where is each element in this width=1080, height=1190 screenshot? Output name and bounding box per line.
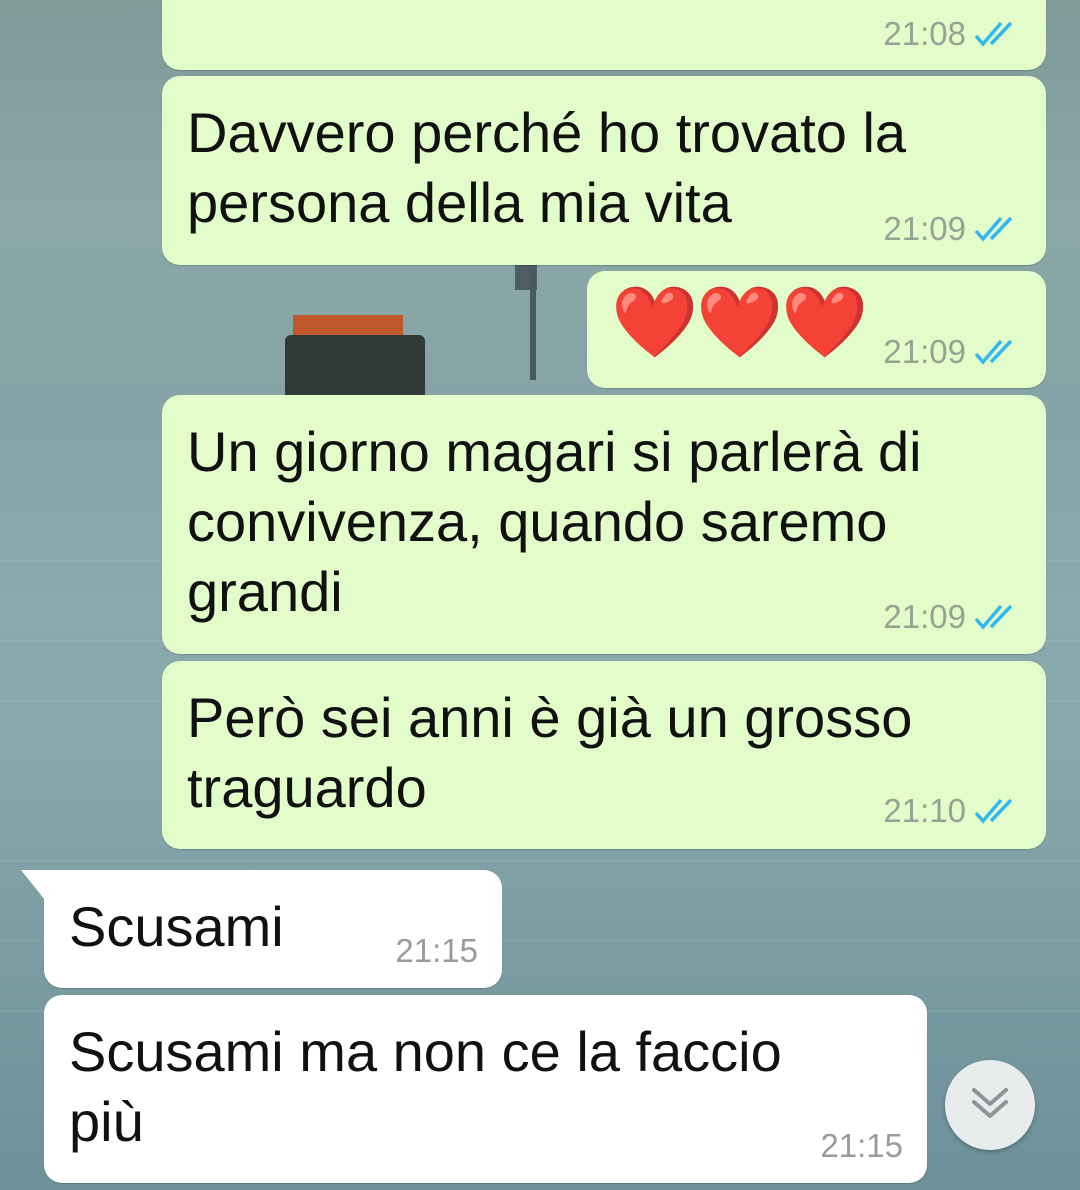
bubble-tail (21, 870, 45, 900)
read-ticks-icon (974, 20, 1022, 48)
read-ticks-icon (974, 215, 1022, 243)
read-ticks-icon (974, 338, 1022, 366)
message-meta: 21:15 (820, 1128, 903, 1164)
message-bubble-outgoing[interactable]: 21:08 (162, 0, 1046, 70)
message-meta: 21:10 (883, 793, 1022, 829)
scroll-to-bottom-button[interactable] (945, 1060, 1035, 1150)
message-bubble-outgoing[interactable]: Un giorno magari si parlerà di convivenz… (162, 395, 1046, 654)
message-meta: 21:08 (883, 16, 1022, 52)
message-time: 21:15 (820, 1127, 903, 1164)
message-bubble-outgoing[interactable]: ❤️❤️❤️ 21:09 (587, 271, 1046, 388)
message-time: 21:09 (883, 210, 966, 247)
message-meta: 21:09 (883, 211, 1022, 247)
double-chevron-down-icon (970, 1086, 1010, 1125)
message-meta: 21:15 (395, 933, 478, 969)
message-time: 21:08 (883, 15, 966, 52)
message-time: 21:09 (883, 598, 966, 635)
message-bubble-incoming[interactable]: Scusami ma non ce la faccio più 21:15 (44, 995, 927, 1183)
message-time: 21:09 (883, 333, 966, 370)
message-bubble-outgoing[interactable]: Però sei anni è già un grosso traguardo … (162, 661, 1046, 849)
message-text: Scusami ma non ce la faccio più (69, 1020, 782, 1153)
message-time: 21:15 (395, 932, 478, 969)
message-bubble-outgoing[interactable]: Davvero perché ho trovato la persona del… (162, 76, 1046, 265)
message-bubble-incoming[interactable]: Scusami 21:15 (21, 870, 502, 988)
wallpaper-boat (275, 260, 575, 410)
message-meta: 21:09 (883, 334, 1022, 370)
message-time: 21:10 (883, 792, 966, 829)
message-text: Un giorno magari si parlerà di convivenz… (187, 420, 922, 623)
read-ticks-icon (974, 797, 1022, 825)
read-ticks-icon (974, 603, 1022, 631)
message-meta: 21:09 (883, 599, 1022, 635)
